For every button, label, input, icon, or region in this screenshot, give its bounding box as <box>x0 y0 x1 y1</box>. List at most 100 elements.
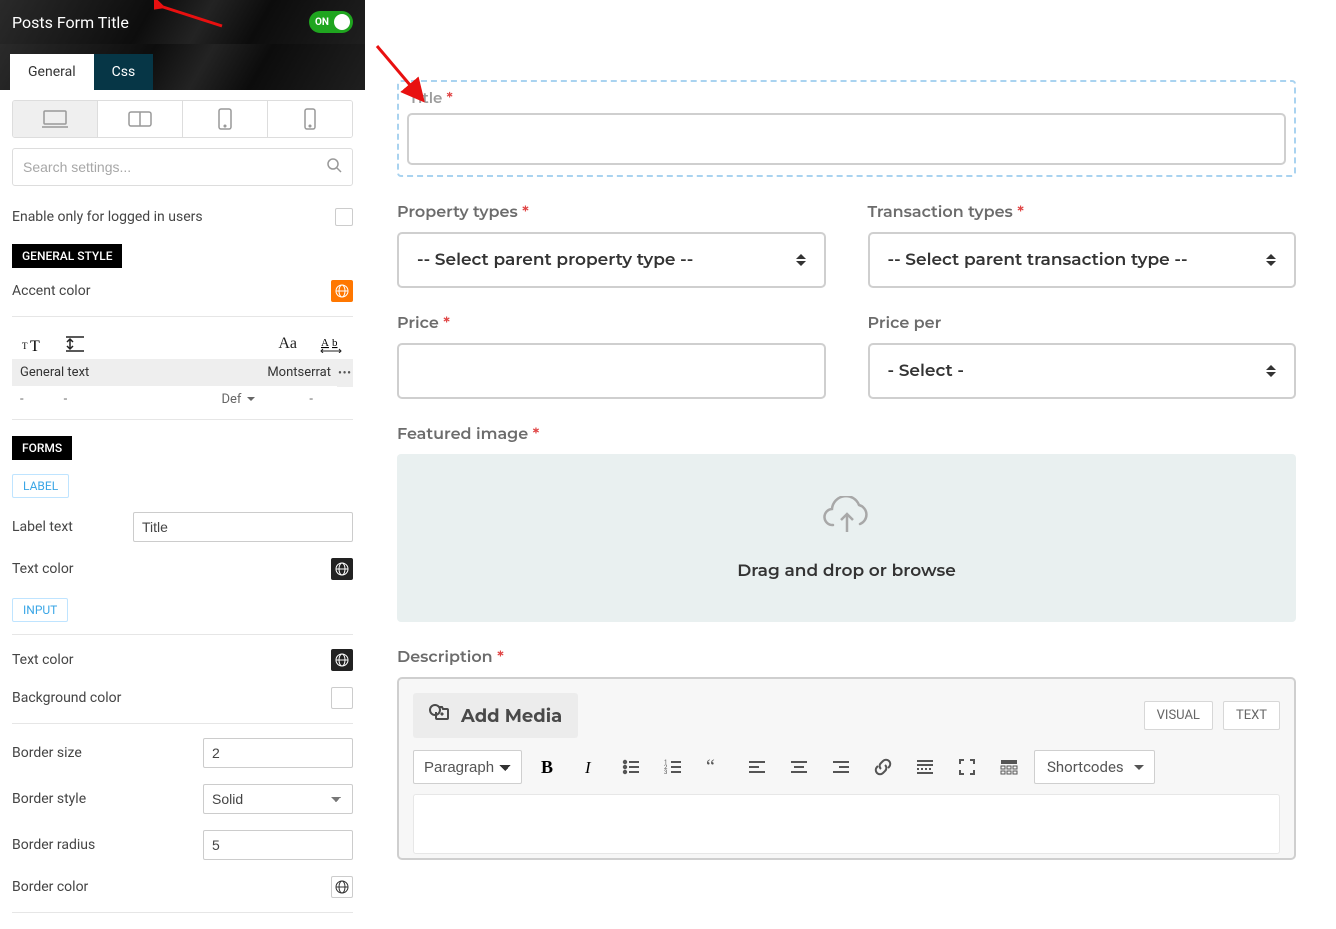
editor-tab-visual[interactable]: VISUAL <box>1144 701 1213 730</box>
sidebar-title: Posts Form Title <box>12 13 129 32</box>
label-text-color-swatch[interactable] <box>331 558 353 580</box>
border-style-select[interactable]: Solid <box>203 784 353 814</box>
svg-text:b: b <box>332 337 338 349</box>
label-text-color-label: Text color <box>12 561 74 577</box>
typo-dash-3: - <box>309 392 313 407</box>
svg-text:A: A <box>321 337 329 349</box>
price-per-select[interactable]: - Select - <box>868 343 1297 399</box>
editor-content-area[interactable] <box>413 794 1280 854</box>
upload-cloud-icon <box>822 496 872 541</box>
chevron-sort-icon <box>1266 360 1276 382</box>
featured-image-label: Featured image <box>397 425 528 444</box>
border-color-swatch[interactable] <box>331 876 353 898</box>
sub-section-input[interactable]: INPUT <box>12 598 68 622</box>
accent-color-swatch[interactable] <box>331 280 353 302</box>
required-asterisk: * <box>447 88 453 107</box>
device-tablet-portrait[interactable] <box>183 101 268 137</box>
add-media-label: Add Media <box>461 705 562 727</box>
shortcodes-select[interactable]: Shortcodes <box>1034 750 1155 784</box>
input-text-color-swatch[interactable] <box>331 649 353 671</box>
font-more-icon[interactable]: ••• <box>337 359 353 387</box>
device-desktop[interactable] <box>13 101 98 137</box>
enable-logged-in-label: Enable only for logged in users <box>12 209 203 225</box>
price-per-value: - Select - <box>888 361 964 381</box>
italic-icon[interactable]: I <box>572 750 606 784</box>
blockquote-icon[interactable]: “ <box>698 750 732 784</box>
font-family-row[interactable]: General text Montserrat ••• <box>12 359 353 386</box>
property-types-select[interactable]: -- Select parent property type -- <box>397 232 826 288</box>
border-style-label: Border style <box>12 791 86 807</box>
line-height-icon[interactable] <box>66 335 84 353</box>
background-color-swatch[interactable] <box>331 687 353 709</box>
insert-more-icon[interactable] <box>908 750 942 784</box>
transaction-types-label: Transaction types <box>868 203 1013 222</box>
device-tablet-landscape[interactable] <box>98 101 183 137</box>
svg-text:T: T <box>30 338 40 352</box>
link-icon[interactable] <box>866 750 900 784</box>
chevron-sort-icon <box>1266 249 1276 271</box>
price-label: Price <box>397 314 439 333</box>
editor-tab-text[interactable]: TEXT <box>1223 701 1280 730</box>
svg-text:T: T <box>22 341 28 351</box>
section-general-style: GENERAL STYLE <box>12 244 122 268</box>
background-color-label: Background color <box>12 690 121 706</box>
border-radius-input[interactable] <box>203 830 353 860</box>
typography-aa-icon[interactable]: Aa <box>278 335 297 353</box>
label-text-input[interactable] <box>133 512 353 542</box>
device-switch <box>12 100 353 138</box>
device-mobile[interactable] <box>268 101 352 137</box>
label-text-label: Label text <box>12 519 73 535</box>
price-input[interactable] <box>397 343 826 399</box>
svg-text:“: “ <box>706 757 715 777</box>
title-label: Title <box>409 88 442 107</box>
add-media-button[interactable]: Add Media <box>413 693 578 738</box>
numbered-list-icon[interactable]: 123 <box>656 750 690 784</box>
transaction-types-select[interactable]: -- Select parent transaction type -- <box>868 232 1297 288</box>
upload-text: Drag and drop or browse <box>737 561 956 581</box>
chevron-sort-icon <box>796 249 806 271</box>
paragraph-select[interactable]: Paragraph <box>413 750 522 784</box>
fullscreen-icon[interactable] <box>950 750 984 784</box>
editor-toolbar: Paragraph B I 123 “ Shortcodes <box>413 750 1280 784</box>
search-icon <box>326 157 342 177</box>
typo-dash-2: - <box>64 392 68 407</box>
border-color-label: Border color <box>12 879 88 895</box>
accent-color-label: Accent color <box>12 283 90 299</box>
sub-section-label[interactable]: LABEL <box>12 474 69 498</box>
svg-text:I: I <box>584 758 592 777</box>
border-size-input[interactable] <box>203 738 353 768</box>
enable-toggle[interactable]: ON <box>309 11 353 33</box>
tab-general[interactable]: General <box>10 54 94 90</box>
bullet-list-icon[interactable] <box>614 750 648 784</box>
title-input[interactable] <box>407 113 1286 165</box>
bold-icon[interactable]: B <box>530 750 564 784</box>
letter-spacing-icon[interactable]: Ab <box>319 335 343 353</box>
transaction-types-value: -- Select parent transaction type -- <box>888 250 1188 270</box>
border-radius-label: Border radius <box>12 837 95 853</box>
search-input[interactable] <box>23 159 326 175</box>
media-icon <box>429 703 451 728</box>
border-size-label: Border size <box>12 745 82 761</box>
align-left-icon[interactable] <box>740 750 774 784</box>
toolbar-toggle-icon[interactable] <box>992 750 1026 784</box>
tab-css[interactable]: Css <box>94 54 154 90</box>
enable-logged-in-checkbox[interactable] <box>335 208 353 226</box>
input-text-color-label: Text color <box>12 652 74 668</box>
section-forms: FORMS <box>12 436 72 460</box>
font-size-icon[interactable]: TT <box>22 336 44 352</box>
title-field-block: Title * <box>397 80 1296 177</box>
font-weight-value[interactable]: Def <box>221 392 255 407</box>
featured-image-dropzone[interactable]: Drag and drop or browse <box>397 454 1296 622</box>
svg-text:B: B <box>541 757 553 777</box>
search-settings <box>12 148 353 186</box>
svg-text:3: 3 <box>664 769 667 776</box>
description-editor: Add Media VISUAL TEXT Paragraph B I 123 … <box>397 677 1296 860</box>
font-family-value: Montserrat <box>267 365 345 380</box>
property-types-value: -- Select parent property type -- <box>417 250 693 270</box>
align-center-icon[interactable] <box>782 750 816 784</box>
general-text-label: General text <box>20 365 89 380</box>
typo-dash-1: - <box>20 392 24 407</box>
property-types-label: Property types <box>397 203 518 222</box>
description-label: Description <box>397 648 493 667</box>
align-right-icon[interactable] <box>824 750 858 784</box>
